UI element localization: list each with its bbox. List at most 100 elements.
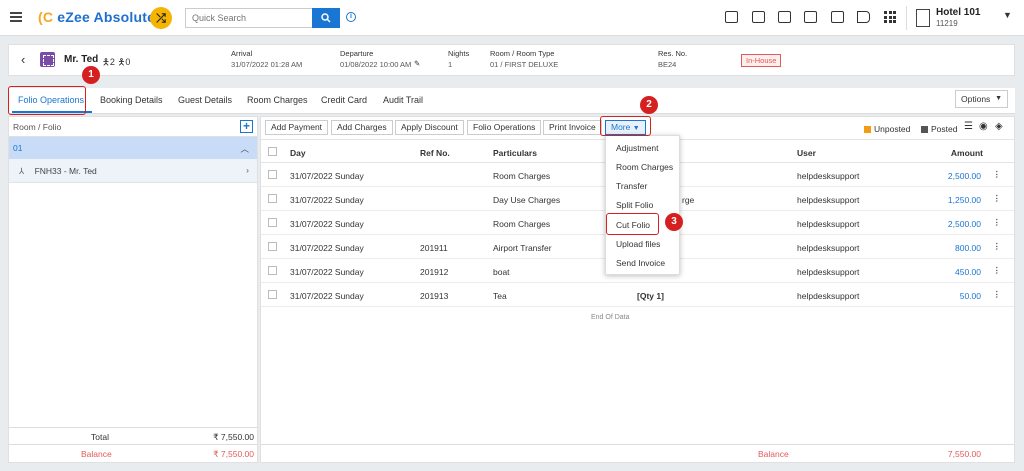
total-row: Total ₹ 7,550.00 <box>9 427 257 444</box>
cell-amount[interactable]: 50.00 <box>960 291 981 301</box>
tab-guest-details[interactable]: Guest Details <box>178 95 232 105</box>
room-folio-title: Room / Folio <box>13 122 62 132</box>
row-menu-icon[interactable]: ⋮ <box>993 241 1002 252</box>
tab-bar: Folio Operations Booking Details Guest D… <box>8 88 1015 114</box>
print-invoice-button[interactable]: Print Invoice <box>543 120 602 135</box>
cell-amount[interactable]: 450.00 <box>955 267 981 277</box>
list-view-icon[interactable]: ☰ <box>964 121 973 132</box>
unposted-swatch <box>864 126 871 133</box>
tab-room-charges[interactable]: Room Charges <box>247 95 308 105</box>
posted-swatch <box>921 126 928 133</box>
cell-user: helpdesksupport <box>797 219 860 229</box>
apply-discount-button[interactable]: Apply Discount <box>395 120 464 135</box>
balance-value: 7,550.00 <box>947 449 981 459</box>
cell-particulars: boat <box>493 267 510 277</box>
add-payment-button[interactable]: Add Payment <box>265 120 329 135</box>
layers-icon[interactable]: ◈ <box>995 121 1003 132</box>
tab-booking-details[interactable]: Booking Details <box>100 95 163 105</box>
cell-extra: [Qty 1] <box>637 291 664 301</box>
chevron-right-icon[interactable]: › <box>246 165 249 175</box>
edit-pencil-icon[interactable]: ✎ <box>414 59 420 68</box>
calendar-plus-icon[interactable] <box>725 11 738 23</box>
hotel-name[interactable]: Hotel 101 <box>936 7 980 18</box>
col-amount[interactable]: Amount <box>951 148 983 158</box>
arrival-label: Arrival <box>231 49 253 58</box>
row-menu-icon[interactable]: ⋮ <box>993 169 1002 180</box>
row-checkbox[interactable] <box>268 266 277 275</box>
menu-item-room-charges[interactable]: Room Charges <box>616 162 673 172</box>
info-icon[interactable]: i <box>346 12 356 22</box>
cell-day: 31/07/2022 Sunday <box>290 219 364 229</box>
menu-icon[interactable] <box>10 12 22 22</box>
cell-day: 31/07/2022 Sunday <box>290 171 364 181</box>
legend-posted: Posted <box>921 124 957 134</box>
menu-item-send-invoice[interactable]: Send Invoice <box>616 258 665 268</box>
cell-amount[interactable]: 2,500.00 <box>948 219 981 229</box>
folio-label: FNH33 - Mr. Ted <box>34 166 97 176</box>
guest-summary: ‹ Mr. Ted 🯅2 🯅0 Arrival 31/07/2022 01:28… <box>8 44 1015 76</box>
row-checkbox[interactable] <box>268 218 277 227</box>
back-arrow-icon[interactable]: ‹ <box>21 52 25 67</box>
col-day[interactable]: Day <box>290 148 306 158</box>
cell-user: helpdesksupport <box>797 195 860 205</box>
row-checkbox[interactable] <box>268 170 277 179</box>
col-ref-no[interactable]: Ref No. <box>420 148 450 158</box>
col-particulars[interactable]: Particulars <box>493 148 537 158</box>
search-icon <box>321 13 331 23</box>
folio-operations-button[interactable]: Folio Operations <box>467 120 542 135</box>
table-row[interactable]: 31/07/2022 Sunday 201913 Tea [Qty 1] hel… <box>261 283 1014 307</box>
cell-particulars: Room Charges <box>493 171 551 181</box>
step-marker-3: 3 <box>665 213 683 231</box>
row-checkbox[interactable] <box>268 290 277 299</box>
cell-amount[interactable]: 1,250.00 <box>948 195 981 205</box>
menu-item-transfer[interactable]: Transfer <box>616 181 647 191</box>
room-folio-panel: Room / Folio + 01 ︿ ⅄ FNH33 - Mr. Ted › … <box>8 116 258 463</box>
row-menu-icon[interactable]: ⋮ <box>993 193 1002 204</box>
divider <box>906 6 907 30</box>
menu-item-upload-files[interactable]: Upload files <box>616 239 660 249</box>
calendar-check-icon[interactable] <box>752 11 765 23</box>
add-charges-button[interactable]: Add Charges <box>331 120 393 135</box>
folio-item[interactable]: ⅄ FNH33 - Mr. Ted › <box>9 159 257 183</box>
shuffle-icon[interactable]: ⤮ <box>150 7 172 29</box>
logo-mark: (C <box>38 9 54 25</box>
row-menu-icon[interactable]: ⋮ <box>993 217 1002 228</box>
tab-audit-trail[interactable]: Audit Trail <box>383 95 423 105</box>
folio-tree-icon: ⅄ <box>19 166 25 176</box>
row-checkbox[interactable] <box>268 242 277 251</box>
menu-item-split-folio[interactable]: Split Folio <box>616 200 653 210</box>
balance-value: ₹ 7,550.00 <box>213 449 254 459</box>
tab-credit-card[interactable]: Credit Card <box>321 95 367 105</box>
eye-slash-icon[interactable]: ◉ <box>979 121 988 132</box>
departure-value: 01/08/2022 10:00 AM <box>340 60 412 69</box>
search-button[interactable] <box>312 8 340 28</box>
apps-grid-icon[interactable] <box>884 11 896 23</box>
cell-particulars: Day Use Charges <box>493 195 561 205</box>
room-row[interactable]: 01 ︿ <box>9 137 257 159</box>
calendar-icon[interactable] <box>778 11 791 23</box>
cell-extra: rge <box>682 195 695 205</box>
cell-day: 31/07/2022 Sunday <box>290 243 364 253</box>
cell-particulars: Room Charges <box>493 219 551 229</box>
res-no-label: Res. No. <box>658 49 688 58</box>
row-menu-icon[interactable]: ⋮ <box>993 265 1002 276</box>
child-count: 0 <box>125 57 131 67</box>
legend-unposted: Unposted <box>864 124 910 134</box>
highlight-cut-folio <box>606 213 659 235</box>
row-checkbox[interactable] <box>268 194 277 203</box>
chevron-up-icon[interactable]: ︿ <box>240 143 249 155</box>
menu-item-adjustment[interactable]: Adjustment <box>616 143 659 153</box>
add-folio-icon[interactable]: + <box>240 120 253 133</box>
mail-icon[interactable] <box>831 11 844 23</box>
chevron-down-icon[interactable]: ▼ <box>1003 10 1012 20</box>
options-dropdown[interactable]: Options ▼ <box>955 90 1008 108</box>
cell-amount[interactable]: 2,500.00 <box>948 171 981 181</box>
row-menu-icon[interactable]: ⋮ <box>993 289 1002 300</box>
cell-amount[interactable]: 800.00 <box>955 243 981 253</box>
document-icon[interactable] <box>804 11 817 23</box>
select-all-checkbox[interactable] <box>268 147 277 156</box>
megaphone-icon[interactable] <box>857 11 870 23</box>
col-user[interactable]: User <box>797 148 816 158</box>
search-input[interactable] <box>185 8 312 28</box>
app-logo[interactable]: (C eZee Absolute <box>38 9 155 25</box>
